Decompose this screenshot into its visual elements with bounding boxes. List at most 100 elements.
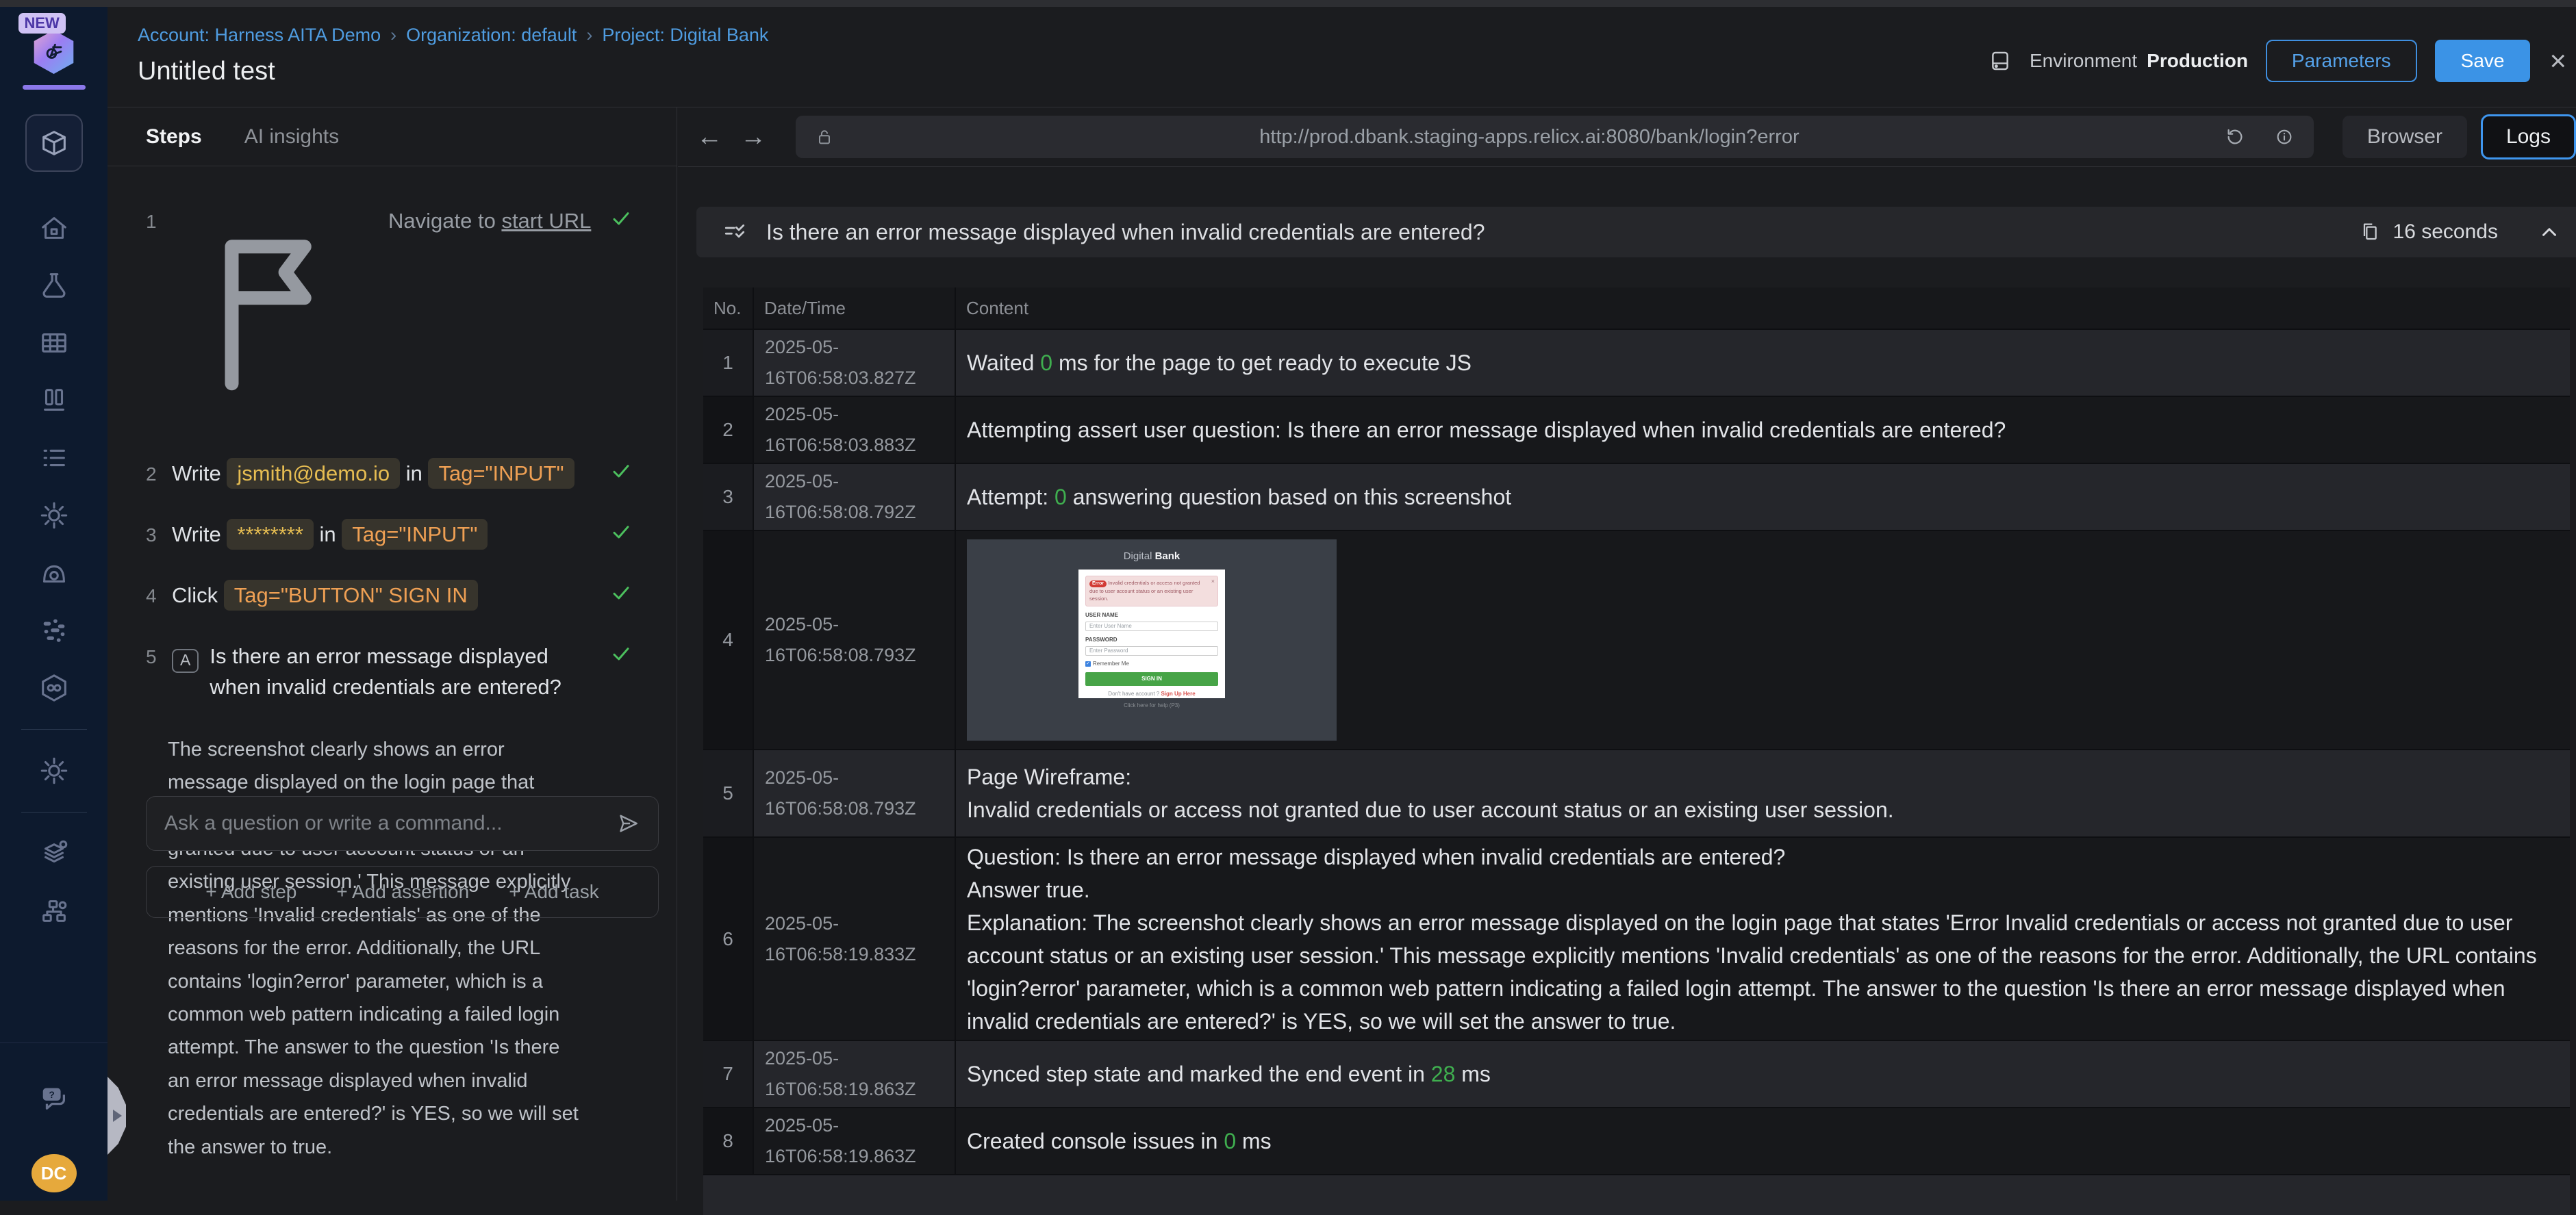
log-row-8: 8 2025-05-16T06:58:19.863Z Created console…: [703, 1108, 2570, 1174]
sidebar-item-grid[interactable]: [25, 314, 83, 372]
step-text: Is there an error message displayed when…: [210, 641, 609, 703]
log-content-line: Waited 0 ms for the page to get ready to…: [967, 346, 2559, 379]
sidebar-lower: [25, 742, 83, 800]
ask-command-input[interactable]: [164, 812, 616, 835]
check-icon: [609, 641, 633, 665]
info-icon[interactable]: [2274, 127, 2295, 147]
log-content-line: Invalid credentials or access not grante…: [967, 793, 2559, 826]
parameters-button[interactable]: Parameters: [2265, 40, 2417, 82]
log-row-3: 3 2025-05-16T06:58:08.792Z Attempt: 0 answ…: [703, 464, 2570, 530]
text-part: Is there an error message displayed when…: [210, 643, 561, 699]
breadcrumb-separator: ›: [390, 25, 397, 45]
assertion-log-header[interactable]: Is there an error message displayed when…: [696, 207, 2576, 257]
breadcrumb-link[interactable]: Project: Digital Bank: [602, 25, 768, 46]
grid-icon: [38, 327, 70, 359]
step-number: 4: [146, 585, 157, 606]
step-number: 2: [146, 463, 157, 485]
tab-browser[interactable]: Browser: [2342, 116, 2467, 158]
log-content-line: Question: Is there an error message disp…: [967, 841, 2559, 873]
tab-logs[interactable]: Logs: [2480, 114, 2576, 159]
save-button[interactable]: Save: [2434, 40, 2531, 82]
text-part: in: [313, 522, 342, 546]
send-icon[interactable]: [616, 811, 640, 836]
step-row-1[interactable]: 1 Navigate to start URL: [146, 206, 633, 413]
text-part: ms for the page to get ready to execute …: [1052, 350, 1472, 375]
home-icon: [38, 212, 70, 244]
chevron-up-icon[interactable]: [2538, 220, 2561, 244]
sidebar-nav: [25, 114, 83, 717]
col-header-no: No.: [703, 287, 753, 329]
step-row-4[interactable]: 4 Click Tag="BUTTON" SIGN IN: [146, 579, 633, 611]
flag-icon: [172, 208, 377, 413]
sidebar-item-network-gear[interactable]: [25, 882, 83, 940]
add-step-button[interactable]: + Add step: [205, 881, 296, 903]
breadcrumb-link[interactable]: Account: Harness AITA Demo: [138, 25, 381, 46]
browser-toolbar: ← → http://prod.dbank.staging-apps.relic…: [678, 107, 2576, 167]
harness-logo[interactable]: NEW: [18, 13, 76, 74]
sidebar-item-pipeline[interactable]: [25, 602, 83, 659]
mini-remember-label: Remember Me: [1093, 660, 1129, 667]
sidebar-item-list[interactable]: [25, 429, 83, 487]
back-icon[interactable]: ←: [696, 124, 722, 150]
sidebar-item-home[interactable]: [25, 199, 83, 257]
log-content-line: Attempting assert user question: Is ther…: [967, 413, 2559, 446]
tab-ai-insights[interactable]: AI insights: [244, 125, 339, 149]
infinity-icon: [38, 672, 70, 704]
sidebar-admin: [25, 825, 83, 940]
log-datetime: 2025-05-16T06:58:19.863Z: [754, 1041, 955, 1107]
mini-checkbox-icon: ✓: [1085, 661, 1091, 667]
address-bar: http://prod.dbank.staging-apps.relicx.ai…: [796, 116, 2314, 158]
log-datetime: 2025-05-16T06:58:03.883Z: [754, 397, 955, 463]
sidebar-item-gear[interactable]: [25, 487, 83, 544]
sidebar-item-layers-gear[interactable]: [25, 825, 83, 882]
sidebar-item-gear[interactable]: [25, 742, 83, 800]
step-number: 3: [146, 524, 157, 546]
log-no: 2: [703, 397, 753, 463]
forward-icon[interactable]: →: [740, 124, 766, 150]
flask-icon: [38, 270, 70, 301]
mini-username-label: USER NAME: [1085, 611, 1119, 618]
mini-error-banner: Error Invalid credentials or access not …: [1085, 575, 1218, 606]
sidebar-item-support[interactable]: [25, 544, 83, 602]
url-text[interactable]: http://prod.dbank.staging-apps.relicx.ai…: [834, 126, 2225, 149]
copy-icon[interactable]: [2359, 221, 2381, 243]
sidebar-item-flask[interactable]: [25, 257, 83, 314]
user-avatar[interactable]: DC: [31, 1154, 77, 1192]
text-part: Created console issues in: [967, 1129, 1224, 1153]
step-row-5[interactable]: 5 A Is there an error message displayed wh…: [146, 641, 633, 703]
green-number: 0: [1040, 350, 1053, 375]
tab-steps[interactable]: Steps: [146, 125, 202, 149]
mini-signin-button: SIGN IN: [1085, 672, 1218, 686]
help-chat-button[interactable]: ?: [25, 1069, 83, 1127]
environment-icon: [1988, 49, 2012, 73]
log-content: Digital Bank Error Invalid credentials o…: [956, 531, 2570, 749]
pipeline-icon: [38, 615, 70, 646]
check-icon: [609, 459, 633, 482]
sidebar-item-cube[interactable]: [25, 114, 83, 172]
sidebar-divider: [21, 729, 87, 730]
text-part: Click: [172, 583, 224, 607]
add-task-button[interactable]: + Add task: [509, 881, 599, 903]
log-no: 6: [703, 838, 753, 1040]
log-row-4: 4 2025-05-16T06:58:08.793Z Digital Bank E…: [703, 531, 2570, 749]
add-assertion-button[interactable]: + Add assertion: [336, 881, 469, 903]
mini-signup-link: Sign Up Here: [1161, 690, 1196, 697]
sidebar-item-panels[interactable]: [25, 372, 83, 429]
close-icon[interactable]: ×: [2549, 47, 2566, 75]
step-number: 1: [146, 211, 157, 232]
step-row-3[interactable]: 3 Write ******** in Tag="INPUT": [146, 518, 633, 550]
log-row-7: 7 2025-05-16T06:58:19.863Z Synced step sta…: [703, 1041, 2570, 1107]
log-table: No. Date/Time Content 1 2025-05-16T06:58:…: [703, 287, 2570, 1215]
step-row-2[interactable]: 2 Write jsmith@demo.io in Tag="INPUT": [146, 458, 633, 489]
mini-signup-row: Don't have account ? Sign Up Here: [1108, 690, 1196, 697]
log-content-line: Synced step state and marked the end eve…: [967, 1058, 2559, 1090]
log-content: Attempting assert user question: Is ther…: [956, 397, 2570, 463]
mini-password-input: Enter Password: [1085, 645, 1218, 656]
sidebar-item-infinity[interactable]: [25, 659, 83, 717]
log-rows: 1 2025-05-16T06:58:03.827Z Waited 0 ms for…: [703, 330, 2570, 1174]
breadcrumb-link[interactable]: Organization: default: [406, 25, 577, 46]
screenshot-thumbnail[interactable]: Digital Bank Error Invalid credentials o…: [967, 539, 1337, 741]
steps-tabs: Steps AI insights: [108, 107, 677, 166]
reload-icon[interactable]: [2225, 127, 2245, 147]
environment-value[interactable]: Production: [2147, 50, 2248, 72]
